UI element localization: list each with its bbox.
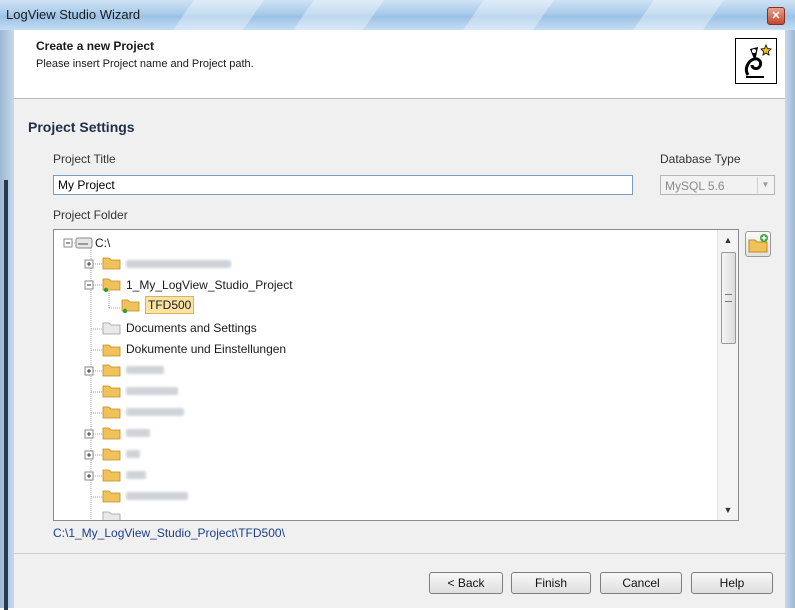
window-title: LogView Studio Wizard [6, 7, 141, 22]
folder-tree[interactable]: C:\ 1_My_LogView_Studio_Project TFD500 D… [53, 229, 739, 521]
grip-icon [725, 294, 732, 302]
tree-item-hidden[interactable] [126, 403, 186, 421]
blurred-folder-name [126, 471, 146, 479]
blurred-folder-name [126, 492, 188, 500]
tree-scrollbar[interactable]: ▲ ▼ [717, 230, 738, 520]
blurred-folder-name [126, 450, 140, 458]
folder-new-icon [748, 234, 768, 253]
selected-path: C:\1_My_LogView_Studio_Project\TFD500\ [53, 526, 285, 540]
blurred-folder-name [126, 387, 178, 395]
title-bar-glass [448, 0, 562, 30]
tree-item-hidden[interactable] [126, 487, 206, 505]
scroll-thumb[interactable] [721, 252, 736, 344]
tree-item-hidden[interactable] [126, 382, 186, 400]
blurred-folder-name [126, 260, 231, 268]
tree-item-hidden[interactable] [126, 445, 186, 463]
database-type-label: Database Type [660, 152, 741, 166]
tree-item-label: TFD500 [145, 296, 195, 314]
new-folder-button[interactable] [745, 231, 771, 257]
close-button[interactable]: ✕ [767, 7, 785, 25]
tree-item-hidden[interactable] [126, 424, 186, 442]
window-frame-left [0, 30, 14, 610]
tree-item-label: C:\ [95, 236, 111, 250]
wizard-window: LogView Studio Wizard ✕ Create a new Pro… [0, 0, 795, 610]
help-button[interactable]: Help [691, 572, 773, 594]
project-title-label: Project Title [53, 152, 116, 166]
tree-item-hidden[interactable] [126, 255, 236, 273]
database-type-value: MySQL 5.6 [665, 179, 725, 193]
section-title: Project Settings [28, 119, 135, 135]
tree-item-hidden[interactable] [126, 466, 186, 484]
title-bar-glass [618, 0, 732, 30]
header-subtitle: Please insert Project name and Project p… [36, 58, 254, 70]
chevron-down-icon[interactable]: ▼ [757, 177, 773, 193]
wizard-logo-icon [735, 38, 777, 84]
database-type-select[interactable]: MySQL 5.6 ▼ [660, 175, 775, 195]
title-bar-glass [158, 0, 272, 30]
cancel-button[interactable]: Cancel [600, 572, 682, 594]
blurred-folder-name [126, 366, 164, 374]
window-frame-right [785, 30, 795, 608]
title-bar-glass [278, 0, 392, 30]
blurred-folder-name [126, 408, 184, 416]
footer-divider [14, 553, 785, 554]
wizard-header: Create a new Project Please insert Proje… [14, 30, 785, 99]
window-frame-edge [4, 180, 8, 610]
finish-button[interactable]: Finish [511, 572, 591, 594]
close-icon: ✕ [771, 10, 781, 22]
tree-item-label: Dokumente und Einstellungen [126, 342, 287, 356]
header-title: Create a new Project [36, 39, 155, 53]
scroll-up-icon[interactable]: ▲ [718, 232, 738, 248]
blurred-folder-name [126, 429, 150, 437]
project-folder-label: Project Folder [53, 208, 128, 222]
project-title-input[interactable] [53, 175, 633, 195]
tree-item-label: 1_My_LogView_Studio_Project [126, 278, 293, 292]
tree-item-label: Documents and Settings [126, 321, 257, 335]
tree-item-hidden[interactable] [126, 361, 186, 379]
scroll-down-icon[interactable]: ▼ [718, 502, 738, 518]
title-bar[interactable]: LogView Studio Wizard ✕ [0, 0, 795, 30]
back-button[interactable]: < Back [429, 572, 503, 594]
